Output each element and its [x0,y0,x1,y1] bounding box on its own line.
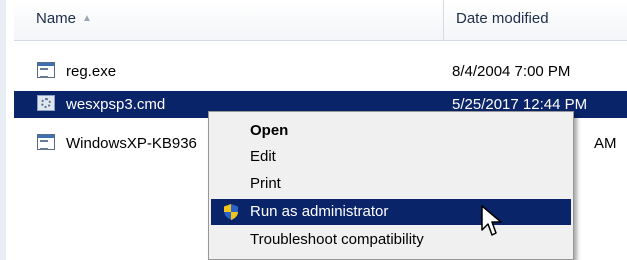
menu-item-label: Edit [250,148,276,165]
mouse-pointer-icon [481,205,502,236]
menu-item-label: Troubleshoot compatibility [250,231,424,248]
column-header-bar: Name ▲ Date modified [14,0,627,41]
menu-item-print[interactable]: Print [211,171,571,197]
file-date-modified: AM [594,135,617,152]
file-name: WindowsXP-KB936 [66,135,197,152]
exe-file-icon [37,62,55,78]
file-name: reg.exe [66,63,117,80]
file-name: wesxpsp3.cmd [66,96,166,113]
menu-item-label: Print [250,175,281,192]
menu-item-edit[interactable]: Edit [211,144,571,170]
cmd-file-icon [37,95,55,111]
exe-file-icon [37,134,55,150]
menu-item-troubleshoot-compatibility[interactable]: Troubleshoot compatibility [211,227,571,253]
uac-shield-icon [223,203,239,221]
menu-item-label: Open [250,122,289,139]
column-header-date-label: Date modified [456,10,549,27]
menu-item-run-as-administrator[interactable]: Run as administrator [211,199,571,225]
column-header-name-label: Name [36,10,77,27]
file-date-modified: 8/4/2004 7:00 PM [452,63,571,80]
file-row-reg-exe[interactable]: reg.exe 8/4/2004 7:00 PM [14,58,627,85]
column-header-date-modified[interactable]: Date modified [443,0,627,40]
context-menu: Open Edit Print Run as administrator Tro… [208,111,574,260]
column-header-name[interactable]: Name ▲ [14,0,442,40]
navigation-pane-edge [0,0,6,260]
explorer-file-list: Name ▲ Date modified reg.exe 8/4/2004 7:0… [0,0,627,260]
menu-item-label: Run as administrator [250,203,389,220]
menu-item-open[interactable]: Open [211,118,571,144]
sort-ascending-icon: ▲ [82,13,92,24]
